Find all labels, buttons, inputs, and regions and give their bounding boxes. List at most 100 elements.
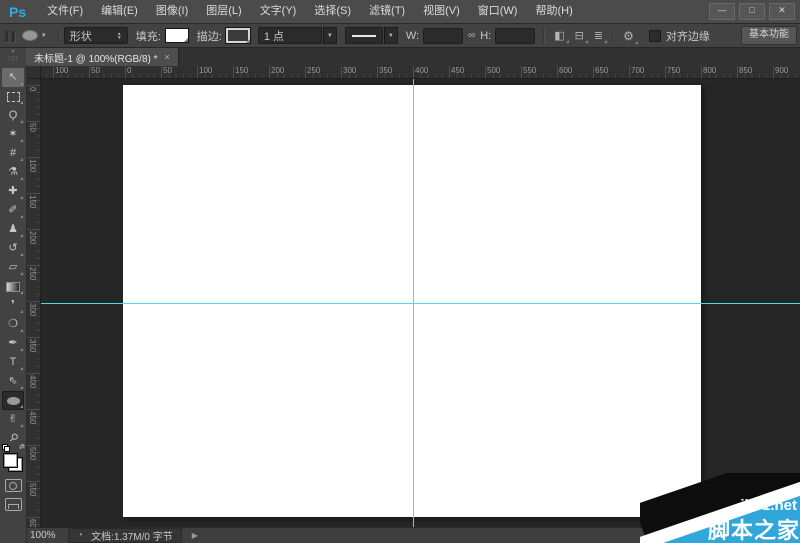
- rectangular-marquee-icon: [7, 92, 20, 102]
- rectangular-marquee-tool[interactable]: [2, 87, 24, 106]
- path-operations-icon: ◧: [554, 30, 564, 42]
- menu-item-2[interactable]: 图像(I): [147, 0, 197, 23]
- h-ruler-label-6: 200: [271, 66, 284, 75]
- ellipse-icon: [7, 397, 20, 405]
- stroke-width-select[interactable]: 1 点: [258, 27, 322, 44]
- workspace-switcher-button[interactable]: 基本功能: [741, 26, 797, 45]
- swap-colors-icon[interactable]: ⇄: [19, 443, 25, 451]
- path-alignment-icon: ⊟: [575, 30, 584, 42]
- maximize-button[interactable]: □: [739, 3, 765, 20]
- type-tool[interactable]: T: [2, 353, 24, 372]
- divider: [58, 28, 60, 44]
- options-grip-handle[interactable]: ▐▐: [2, 31, 15, 41]
- fill-color-swatch[interactable]: [165, 28, 189, 43]
- h-ruler-label-11: 450: [451, 66, 464, 75]
- brush-tool[interactable]: ✐: [2, 201, 24, 220]
- v-ruler-label-9: 450: [28, 411, 37, 424]
- status-popup-arrow-icon[interactable]: ▶: [192, 531, 198, 540]
- tool-mode-select[interactable]: 形状 ▲▼: [64, 27, 128, 44]
- minimize-button[interactable]: —: [709, 3, 735, 20]
- stroke-style-dropdown-button[interactable]: ▼: [384, 27, 398, 44]
- v-ruler-label-3: 150: [28, 195, 37, 208]
- menu-bar: Ps 文件(F)编辑(E)图像(I)图层(L)文字(Y)选择(S)滤镜(T)视图…: [0, 0, 800, 24]
- eyedropper-tool[interactable]: ⚗: [2, 163, 24, 182]
- ruler-origin-corner[interactable]: [26, 66, 41, 79]
- foreground-color-swatch[interactable]: [3, 453, 18, 468]
- h-ruler-label-16: 700: [631, 66, 644, 75]
- menu-item-9[interactable]: 帮助(H): [526, 0, 581, 23]
- link-dimensions-icon[interactable]: ∞: [468, 30, 475, 41]
- vertical-ruler[interactable]: 050100150200250300350400450500550600: [26, 78, 41, 528]
- canvas[interactable]: [123, 85, 701, 517]
- close-button[interactable]: ✕: [769, 3, 795, 20]
- lasso-tool[interactable]: Ϙ: [2, 106, 24, 125]
- close-tab-icon[interactable]: ×: [165, 52, 170, 62]
- menu-item-7[interactable]: 视图(V): [414, 0, 469, 23]
- path-arrangement-button[interactable]: ≣: [589, 29, 608, 42]
- path-arrangement-icon: ≣: [594, 30, 603, 42]
- h-ruler-label-13: 550: [523, 66, 536, 75]
- gear-icon[interactable]: ⚙: [618, 29, 639, 43]
- path-operations-button[interactable]: ◧: [549, 29, 569, 42]
- healing-brush-tool[interactable]: ✚: [2, 182, 24, 201]
- crop-icon: #: [10, 148, 16, 159]
- menu-item-6[interactable]: 滤镜(T): [360, 0, 414, 23]
- quick-mask-button[interactable]: [5, 479, 22, 492]
- default-colors-icon[interactable]: [2, 444, 9, 451]
- tool-preset-picker[interactable]: ▼: [18, 30, 54, 41]
- clone-stamp-tool[interactable]: ♟: [2, 220, 24, 239]
- stroke-width-dropdown-button[interactable]: ▼: [323, 27, 337, 44]
- menu-item-5[interactable]: 选择(S): [305, 0, 360, 23]
- hand-tool[interactable]: ✌: [2, 410, 24, 429]
- shape-width-input[interactable]: [423, 28, 463, 44]
- gradient-icon: [6, 282, 20, 292]
- history-brush-tool[interactable]: ↺: [2, 239, 24, 258]
- horizontal-guide[interactable]: [40, 303, 800, 304]
- path-selection-icon: ⇖: [8, 376, 17, 387]
- h-ruler-label-5: 150: [235, 66, 248, 75]
- move-tool[interactable]: ↖: [2, 68, 24, 87]
- menu-item-3[interactable]: 图层(L): [197, 0, 250, 23]
- tools-panel: ↖Ϙ✶#⚗✚✐♟↺▱❜❍✒T⇖✌⚲⇄: [0, 66, 27, 543]
- menu-item-0[interactable]: 文件(F): [38, 0, 92, 23]
- grip-dots-icon: ∷∷: [0, 56, 26, 64]
- h-ruler-label-10: 400: [415, 66, 428, 75]
- hand-icon: ✌: [8, 414, 17, 425]
- chevron-down-icon: ▼: [41, 33, 47, 39]
- ellipse-tool[interactable]: [2, 391, 24, 410]
- screen-mode-button[interactable]: [5, 498, 22, 511]
- eraser-tool[interactable]: ▱: [2, 258, 24, 277]
- menu-item-1[interactable]: 编辑(E): [92, 0, 147, 23]
- tool-mode-value: 形状: [70, 28, 92, 44]
- h-ruler-label-18: 800: [703, 66, 716, 75]
- h-ruler-label-2: 0: [127, 66, 131, 75]
- magic-wand-tool[interactable]: ✶: [2, 125, 24, 144]
- toolbar-collapse-header[interactable]: » ∷∷: [0, 48, 26, 66]
- gradient-tool[interactable]: [2, 277, 24, 296]
- document-tab[interactable]: 未标题-1 @ 100%(RGB/8) * ×: [26, 48, 179, 66]
- v-ruler-label-5: 250: [28, 267, 37, 280]
- dodge-tool[interactable]: ❍: [2, 315, 24, 334]
- shape-height-input[interactable]: [495, 28, 535, 44]
- horizontal-ruler[interactable]: 1005005010015020025030035040045050055060…: [40, 66, 800, 79]
- path-alignment-button[interactable]: ⊟: [570, 29, 589, 42]
- stroke-width-value: 1 点: [264, 28, 284, 44]
- blur-tool[interactable]: ❜: [2, 296, 24, 315]
- align-edges-checkbox[interactable]: [649, 30, 661, 42]
- photoshop-window: Ps 文件(F)编辑(E)图像(I)图层(L)文字(Y)选择(S)滤镜(T)视图…: [0, 0, 800, 543]
- stroke-style-select[interactable]: [345, 27, 383, 44]
- stroke-color-swatch[interactable]: [226, 28, 250, 43]
- pen-tool[interactable]: ✒: [2, 334, 24, 353]
- ellipse-tool-preset-icon: [22, 30, 38, 41]
- document-size-info: 文档:1.37M/0 字节: [91, 528, 173, 543]
- screen-mode-icon: [8, 504, 19, 509]
- menu-item-4[interactable]: 文字(Y): [251, 0, 306, 23]
- zoom-level-field[interactable]: 100%: [30, 530, 60, 541]
- path-selection-tool[interactable]: ⇖: [2, 372, 24, 391]
- menu-item-8[interactable]: 窗口(W): [469, 0, 527, 23]
- brush-icon: ✐: [8, 205, 17, 216]
- crop-tool[interactable]: #: [2, 144, 24, 163]
- dodge-icon: ❍: [8, 319, 18, 330]
- h-ruler-label-14: 600: [559, 66, 572, 75]
- status-bar: 100% ◔ 文档:1.37M/0 字节 ▶: [26, 527, 800, 543]
